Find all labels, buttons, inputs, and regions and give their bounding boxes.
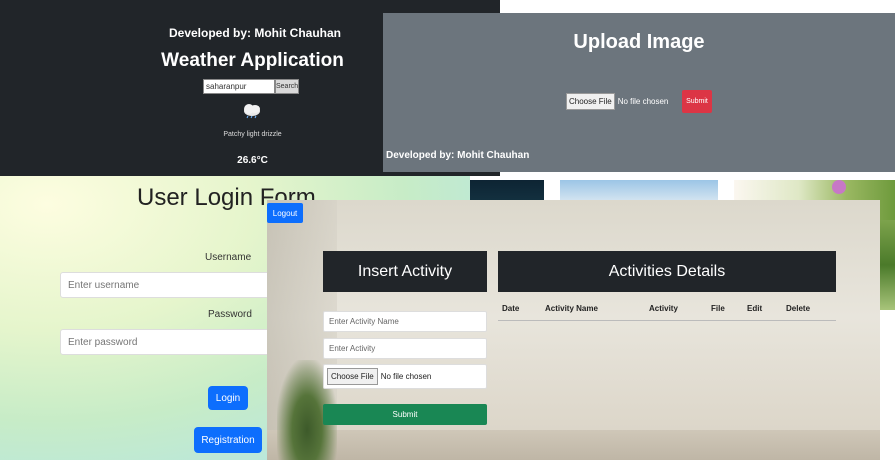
- weather-search-form: Search: [203, 79, 299, 94]
- weather-temperature: 26.6°C: [237, 155, 268, 166]
- registration-button[interactable]: Registration: [194, 427, 262, 453]
- weather-developer-credit: Developed by: Mohit Chauhan: [168, 26, 341, 40]
- background-floor: [267, 430, 880, 460]
- upload-file-input: Choose File No file chosen: [566, 93, 668, 110]
- activities-table-header: Date Activity Name Activity File Edit De…: [498, 301, 836, 321]
- password-input[interactable]: [60, 329, 300, 355]
- column-delete: Delete: [786, 304, 811, 313]
- activities-details-header: Activities Details: [498, 251, 836, 292]
- weather-condition: Patchy light drizzle: [223, 131, 282, 138]
- garden-image-edge: [880, 220, 895, 310]
- activity-input[interactable]: Enter Activity: [323, 338, 487, 359]
- username-label: Username: [205, 252, 252, 263]
- activity-submit-button[interactable]: Submit: [323, 404, 487, 425]
- username-input[interactable]: [60, 272, 300, 298]
- no-file-label: No file chosen: [617, 97, 669, 106]
- activity-file-input: Choose File No file chosen: [323, 364, 487, 389]
- password-label: Password: [208, 309, 252, 320]
- upload-title: Upload Image: [573, 31, 705, 53]
- column-file: File: [711, 304, 725, 313]
- activity-panel: Logout Insert Activity Activities Detail…: [267, 200, 880, 460]
- insert-activity-header: Insert Activity: [323, 251, 487, 292]
- column-date: Date: [502, 304, 520, 313]
- column-activity-name: Activity Name: [545, 304, 598, 313]
- column-activity: Activity: [649, 304, 678, 313]
- upload-panel: Upload Image Choose File No file chosen …: [383, 13, 895, 172]
- activity-choose-file-button[interactable]: Choose File: [327, 368, 378, 385]
- activity-name-input[interactable]: Enter Activity Name: [323, 311, 487, 332]
- logout-button[interactable]: Logout: [267, 203, 303, 223]
- upload-submit-button[interactable]: Submit: [682, 90, 712, 113]
- city-search-input[interactable]: [203, 79, 275, 94]
- activity-no-file-label: No file chosen: [380, 372, 432, 381]
- upload-developer-credit: Developed by: Mohit Chauhan: [386, 150, 530, 161]
- weather-title: Weather Application: [161, 50, 344, 71]
- weather-search-button[interactable]: Search: [275, 79, 299, 94]
- flower-decoration: [832, 180, 846, 194]
- column-edit: Edit: [747, 304, 763, 313]
- cloud-drizzle-icon: [244, 104, 260, 119]
- login-button[interactable]: Login: [208, 386, 248, 410]
- choose-file-button[interactable]: Choose File: [566, 93, 615, 110]
